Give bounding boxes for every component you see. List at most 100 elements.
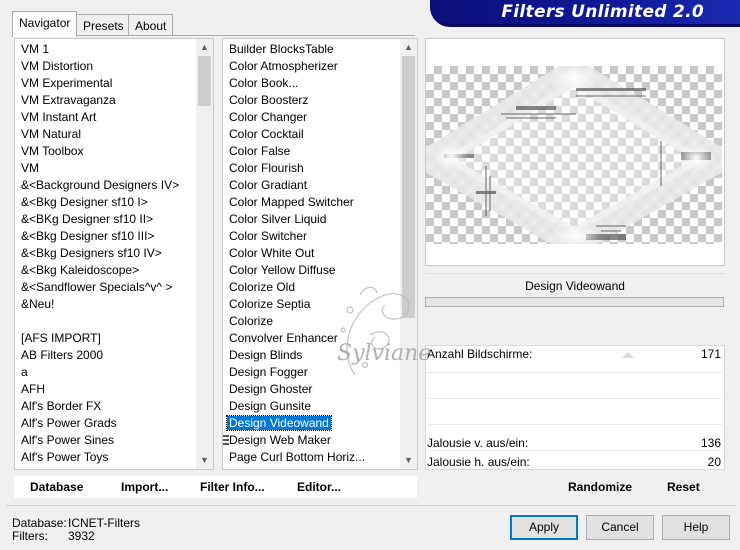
list-item-label: Alf's Power Toys (21, 450, 109, 464)
list-item-label: Design Gunsite (229, 399, 312, 413)
param-label: Jalousie v. aus/ein: (427, 436, 529, 450)
list-item-label: VM Experimental (21, 76, 113, 90)
list-item[interactable]: Color White Out (223, 245, 400, 262)
list-item[interactable]: Alf's Power Sines (15, 432, 196, 449)
list-item[interactable]: Color Gradiant (223, 177, 400, 194)
param-value: 136 (700, 436, 721, 450)
filter-scrollbar[interactable]: ▲ ▼ (400, 39, 417, 469)
list-item[interactable]: Color Cocktail (223, 126, 400, 143)
list-item-label: a (21, 365, 28, 379)
list-item[interactable]: VM Distortion (15, 58, 196, 75)
list-item[interactable]: Color Switcher (223, 228, 400, 245)
list-item-label: [AFS IMPORT] (21, 331, 101, 345)
list-item[interactable]: VM Natural (15, 126, 196, 143)
list-item[interactable]: &<Background Designers IV> (15, 177, 196, 194)
filter-list[interactable]: Builder BlocksTable Color Atmospherizer Co… (222, 38, 418, 470)
apply-button[interactable]: Apply (510, 515, 578, 540)
list-item[interactable]: Color Flourish (223, 160, 400, 177)
list-item[interactable]: Page Curl Bottom Horiz... (223, 449, 400, 466)
list-item[interactable]: Design Ghoster (223, 381, 400, 398)
list-item[interactable]: &<Bkg Designer sf10 III> (15, 228, 196, 245)
list-item[interactable]: [AFS IMPORT] (15, 330, 196, 347)
list-item[interactable]: Design Gunsite (223, 398, 400, 415)
tab-presets[interactable]: Presets (76, 14, 131, 36)
list-item[interactable]: a (15, 364, 196, 381)
list-item[interactable]: Design Web Maker (223, 432, 400, 449)
list-item[interactable]: Builder BlocksTable (223, 41, 400, 58)
footer-divider (6, 505, 736, 506)
filters-value: 3932 (68, 529, 95, 543)
list-item[interactable]: Alf's Power Toys (15, 449, 196, 466)
param-row[interactable]: Jalousie h. aus/ein: 20 (425, 454, 725, 471)
param-row[interactable]: Anzahl Bildschirme: 171 (425, 346, 725, 363)
cancel-button[interactable]: Cancel (586, 515, 654, 540)
param-value: 20 (707, 455, 721, 469)
list-item-label: Color Changer (229, 110, 308, 124)
category-list[interactable]: VM 1 VM Distortion VM Experimental VM Extra… (14, 38, 214, 470)
list-item[interactable]: Color Yellow Diffuse (223, 262, 400, 279)
list-item[interactable]: Colorize Old (223, 279, 400, 296)
filter-info-button[interactable]: Filter Info... (200, 480, 265, 494)
list-item[interactable]: Color Book... (223, 75, 400, 92)
list-item-label: Color Yellow Diffuse (229, 263, 336, 277)
list-item[interactable]: Color Changer (223, 109, 400, 126)
list-item-label: Page Curl Bottom Horiz... (229, 450, 366, 464)
list-item[interactable]: VM 1 (15, 41, 196, 58)
list-item-label: Convolver Enhancer (229, 331, 338, 345)
param-row[interactable]: Jalousie v. aus/ein: 136 (425, 435, 725, 452)
list-item-label: AB Filters 2000 (21, 348, 104, 362)
list-item[interactable]: Color Mapped Switcher (223, 194, 400, 211)
list-item[interactable]: Design Blinds (223, 347, 400, 364)
list-item[interactable]: Design Videowand (223, 415, 400, 432)
list-item[interactable]: VM Toolbox (15, 143, 196, 160)
list-item[interactable]: Design Fogger (223, 364, 400, 381)
scroll-thumb[interactable] (402, 56, 415, 318)
list-item[interactable]: &<Sandflower Specials^v^ > (15, 279, 196, 296)
list-item-label: Colorize (229, 314, 274, 328)
list-item-label: &<BKg Designer sf10 II> (21, 212, 154, 226)
tab-about[interactable]: About (128, 14, 174, 36)
list-item-label: VM Natural (21, 127, 82, 141)
list-item[interactable]: Color Boosterz (223, 92, 400, 109)
drag-grip-icon (223, 435, 229, 445)
list-item[interactable]: VM Experimental (15, 75, 196, 92)
list-item-label: Design Fogger (229, 365, 308, 379)
randomize-button[interactable]: Randomize (568, 480, 632, 494)
editor-button[interactable]: Editor... (297, 480, 341, 494)
help-button[interactable]: Help (662, 515, 730, 540)
list-item[interactable]: Colorize (223, 313, 400, 330)
list-item-label: Color Cocktail (229, 127, 304, 141)
list-item[interactable]: Convolver Enhancer (223, 330, 400, 347)
scroll-up-icon[interactable]: ▲ (400, 39, 417, 56)
list-item[interactable]: Color Silver Liquid (223, 211, 400, 228)
scroll-up-icon[interactable]: ▲ (196, 39, 213, 56)
list-item[interactable]: &<Bkg Designer sf10 I> (15, 194, 196, 211)
list-item[interactable]: VM Instant Art (15, 109, 196, 126)
list-item[interactable]: AFH (15, 381, 196, 398)
list-item[interactable]: VM Extravaganza (15, 92, 196, 109)
list-item[interactable]: Color Atmospherizer (223, 58, 400, 75)
scroll-down-icon[interactable]: ▼ (196, 452, 213, 469)
category-scrollbar[interactable]: ▲ ▼ (196, 39, 213, 469)
tab-navigator[interactable]: Navigator (12, 11, 78, 37)
import-button[interactable]: Import... (121, 480, 168, 494)
param-label: Jalousie h. aus/ein: (427, 455, 530, 469)
list-item[interactable]: Color False (223, 143, 400, 160)
scroll-down-icon[interactable]: ▼ (400, 452, 417, 469)
list-item-label: Design Videowand (226, 415, 332, 431)
scroll-thumb[interactable] (198, 56, 211, 106)
list-item[interactable]: Alf's Power Grads (15, 415, 196, 432)
list-item[interactable]: &<BKg Designer sf10 II> (15, 211, 196, 228)
list-item[interactable]: &Neu! (15, 296, 196, 313)
database-button[interactable]: Database (30, 480, 83, 494)
list-item[interactable]: VM (15, 160, 196, 177)
list-item-label: Color Boosterz (229, 93, 309, 107)
list-item-label: Design Blinds (229, 348, 303, 362)
list-item[interactable]: &<Bkg Kaleidoscope> (15, 262, 196, 279)
list-item[interactable]: AB Filters 2000 (15, 347, 196, 364)
reset-button[interactable]: Reset (667, 480, 700, 494)
list-item[interactable]: &<Bkg Designers sf10 IV> (15, 245, 196, 262)
list-item[interactable]: Colorize Septia (223, 296, 400, 313)
database-label: Database: (12, 516, 67, 530)
list-item[interactable]: Alf's Border FX (15, 398, 196, 415)
